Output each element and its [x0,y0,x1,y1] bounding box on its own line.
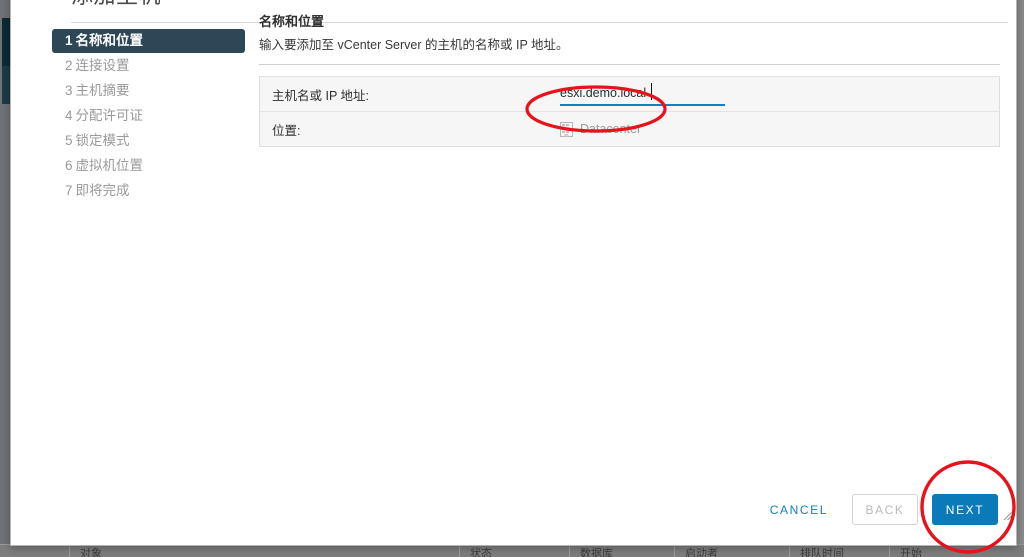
step-number: 5 [65,133,73,148]
resize-grip-icon[interactable] [1002,510,1013,521]
background-rail-block-a [2,18,10,66]
section-divider [259,64,1000,65]
step-item-6[interactable]: 6 虚拟机位置 [52,154,245,178]
step-number: 7 [65,183,73,198]
hostname-label: 主机名或 IP 地址: [272,88,370,103]
hostname-input[interactable] [560,82,725,104]
content-pane: 名称和位置 输入要添加至 vCenter Server 的主机的名称或 IP 地… [259,14,1000,147]
background-rail-block-b [2,66,10,104]
step-number: 6 [65,158,73,173]
dialog-footer: CANCEL BACK NEXT [760,494,998,525]
step-label: 分配许可证 [75,108,144,123]
location-value: Datacenter [580,122,642,136]
background-column-header: 状态 [460,545,570,557]
step-label: 主机摘要 [75,83,130,98]
background-column-header: 启动者 [675,545,790,557]
background-column-header: 对象 [70,545,460,557]
step-label: 即将完成 [75,183,130,198]
location-value-cell: Datacenter [560,121,999,137]
text-cursor [651,83,652,100]
hostname-underline [560,104,725,106]
step-label: 连接设置 [75,58,130,73]
background-table-spacer [0,545,70,557]
hostname-input-wrap [560,82,725,106]
step-number: 2 [65,58,73,73]
hostname-value-cell [560,82,999,106]
background-column-header: 排队时间 [790,545,890,557]
step-item-3[interactable]: 3 主机摘要 [52,79,245,103]
cancel-button[interactable]: CANCEL [760,494,838,525]
background-left-rail [0,0,10,557]
step-item-4[interactable]: 4 分配许可证 [52,104,245,128]
background-column-header: 开始 [900,548,922,557]
step-number: 1 [65,33,73,48]
step-number: 3 [65,83,73,98]
step-label: 名称和位置 [75,33,144,48]
step-label: 虚拟机位置 [75,158,144,173]
section-description: 输入要添加至 vCenter Server 的主机的名称或 IP 地址。 [259,38,569,52]
step-label: 锁定模式 [75,133,130,148]
location-label: 位置: [272,123,301,138]
dialog-title: 添加主机 [71,0,161,11]
step-item-1[interactable]: 1 名称和位置 [52,29,245,53]
step-item-7[interactable]: 7 即将完成 [52,179,245,203]
background-column-header: 数据库 [570,545,675,557]
form-rows: 主机名或 IP 地址: 位置: [259,76,1000,147]
next-button[interactable]: NEXT [932,494,998,525]
datacenter-icon [560,121,573,137]
wizard-step-nav: 1 名称和位置 2 连接设置 3 主机摘要 4 分配许可证 5 锁定模式 6 虚拟机位置 7… [52,29,245,204]
step-number: 4 [65,108,73,123]
add-host-dialog: 添加主机 1名称和位置 2连接设置 3主机摘要 4分配许可证 5锁定模式 6虚拟… [10,0,1017,546]
back-button: BACK [852,494,918,525]
location-row: 位置: Datacenter [260,111,999,146]
section-heading: 名称和位置 [259,14,325,29]
step-item-2[interactable]: 2 连接设置 [52,54,245,78]
hostname-row: 主机名或 IP 地址: [260,76,999,111]
step-item-5[interactable]: 5 锁定模式 [52,129,245,153]
